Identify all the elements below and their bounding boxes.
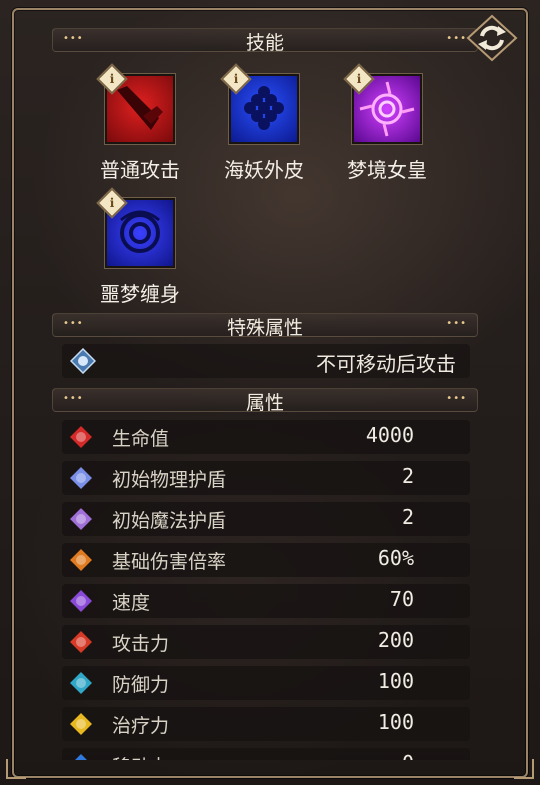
stat-row[interactable]: 治疗力 100 <box>62 707 470 741</box>
stat-value: 100 <box>377 710 414 734</box>
stat-row[interactable]: 速度 70 <box>62 584 470 618</box>
stat-value: 60% <box>377 546 414 570</box>
stat-value: 100 <box>377 669 414 693</box>
stat-value: 70 <box>389 587 414 611</box>
purple-rose-burst-icon: i <box>343 63 422 144</box>
ornament-dots: ••• <box>446 33 467 44</box>
physical-shield-icon <box>68 465 94 491</box>
attributes-section-header: ••• 属性 ••• <box>52 388 478 414</box>
frame-corner-ornament <box>514 759 534 779</box>
swap-view-button[interactable] <box>466 14 518 62</box>
move-icon <box>72 752 90 760</box>
heart-icon <box>68 424 94 450</box>
blue-scales-icon: i <box>220 63 299 144</box>
unit-detail-panel: ••• 技能 ••• i 普通攻击 i 海妖外皮 i 梦境女皇 i 噩梦缠身 •… <box>0 0 540 785</box>
skill-siren-skin[interactable]: i 海妖外皮 <box>214 63 314 183</box>
swap-arrows-icon <box>466 14 518 62</box>
stat-row[interactable]: 初始物理护盾 2 <box>62 461 470 495</box>
attributes-title: 属性 <box>245 392 284 414</box>
stat-name: 初始物理护盾 <box>112 469 227 491</box>
special-section-header: ••• 特殊属性 ••• <box>52 313 478 339</box>
skills-title: 技能 <box>245 32 284 54</box>
special-title: 特殊属性 <box>226 317 303 339</box>
stat-name: 移动力 <box>112 752 169 760</box>
ornament-dots: ••• <box>446 393 467 404</box>
stat-value: 4000 <box>365 423 414 447</box>
move-then-attack-icon <box>70 348 96 374</box>
stat-row[interactable]: 基础伤害倍率 60% <box>62 543 470 577</box>
stat-name: 初始魔法护盾 <box>112 510 227 532</box>
stat-value: 2 <box>401 464 414 488</box>
skill-nightmare-haunt[interactable]: i 噩梦缠身 <box>90 187 190 307</box>
damage-multiplier-icon <box>68 547 94 573</box>
skill-name: 噩梦缠身 <box>100 282 180 306</box>
stat-value: 200 <box>377 628 414 652</box>
stat-name: 防御力 <box>112 674 170 696</box>
defense-icon <box>68 670 94 696</box>
stat-value: 0 <box>402 751 414 760</box>
blue-rose-swirl-icon: i <box>96 187 175 268</box>
frame-corner-ornament <box>6 759 26 779</box>
ornament-dots: ••• <box>446 318 467 329</box>
stat-row[interactable]: 初始魔法护盾 2 <box>62 502 470 536</box>
skill-name: 梦境女皇 <box>347 158 427 182</box>
skill-name: 普通攻击 <box>100 158 180 182</box>
magic-shield-icon <box>68 506 94 532</box>
red-dagger-strike-icon: i <box>96 63 175 144</box>
stat-name: 生命值 <box>112 428 170 450</box>
stat-value: 2 <box>401 505 414 529</box>
stat-row[interactable]: 移动力 0 <box>62 748 470 760</box>
stat-name: 基础伤害倍率 <box>112 551 227 573</box>
skill-name: 海妖外皮 <box>224 158 304 182</box>
stat-name: 攻击力 <box>112 633 170 655</box>
skills-section-header: ••• 技能 ••• <box>52 28 478 54</box>
stat-row[interactable]: 防御力 100 <box>62 666 470 700</box>
stat-row[interactable]: 生命值 4000 <box>62 420 470 454</box>
speed-icon <box>68 588 94 614</box>
stat-name: 治疗力 <box>112 715 170 737</box>
stat-row[interactable]: 攻击力 200 <box>62 625 470 659</box>
special-attribute-text: 不可移动后攻击 <box>316 352 456 376</box>
skill-dream-empress[interactable]: i 梦境女皇 <box>337 63 437 183</box>
special-attribute-row[interactable]: 不可移动后攻击 <box>62 344 470 378</box>
stat-name: 速度 <box>112 592 151 614</box>
skill-normal-attack[interactable]: i 普通攻击 <box>90 63 190 183</box>
heal-icon <box>68 711 94 737</box>
attack-icon <box>68 629 94 655</box>
